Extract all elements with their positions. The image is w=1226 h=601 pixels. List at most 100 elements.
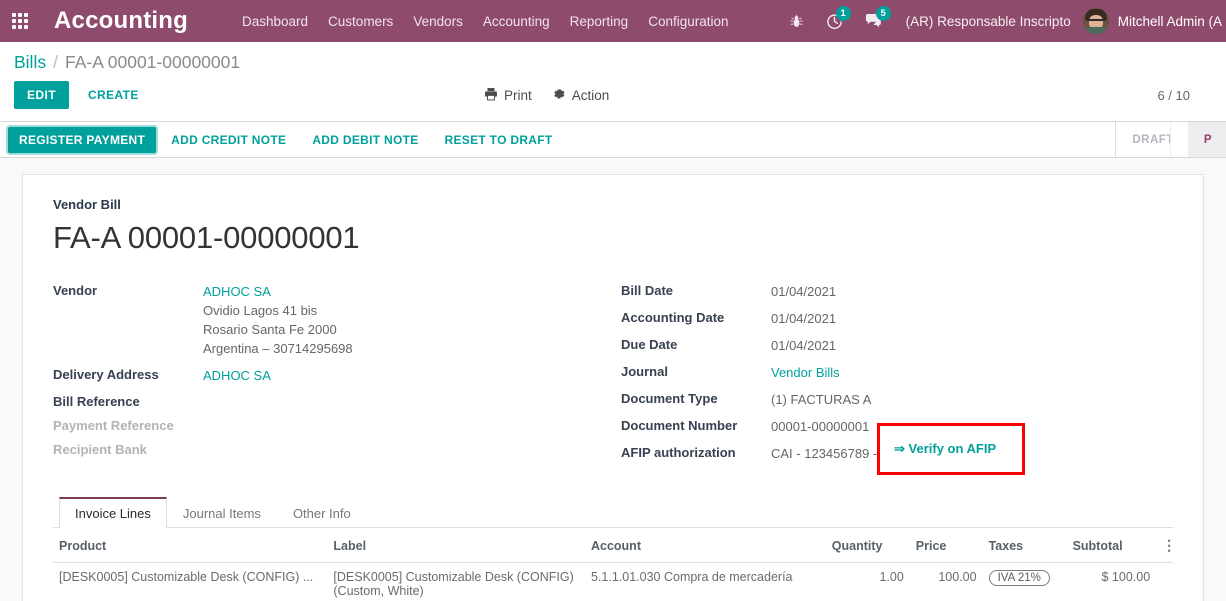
field-label-bill-date: Bill Date: [621, 283, 674, 298]
menu-item-vendors[interactable]: Vendors: [403, 2, 473, 41]
vendor-address-line-1: Ovidio Lagos 41 bis: [203, 303, 318, 318]
tab-invoice-lines[interactable]: Invoice Lines: [59, 497, 167, 528]
status-stage-posted[interactable]: P: [1169, 122, 1226, 157]
field-label-journal: Journal: [621, 364, 668, 379]
vendor-address-line-3: Argentina – 30714295698: [203, 341, 353, 356]
field-document-type: Document Type (1) FACTURAS A: [621, 390, 1173, 409]
user-menu[interactable]: Mitchell Admin (A: [1082, 8, 1226, 34]
field-value-journal[interactable]: Vendor Bills: [771, 363, 840, 382]
breadcrumb-separator: /: [53, 52, 58, 72]
action-dropdown[interactable]: Action: [552, 87, 610, 104]
menu-item-reporting[interactable]: Reporting: [560, 2, 639, 41]
field-vendor: Vendor ADHOC SA Ovidio Lagos 41 bis Rosa…: [53, 282, 613, 358]
field-value-vendor-group: ADHOC SA Ovidio Lagos 41 bis Rosario San…: [203, 282, 353, 358]
column-header-account[interactable]: Account: [584, 528, 826, 563]
column-header-taxes[interactable]: Taxes: [982, 528, 1067, 563]
form-column-left: Vendor ADHOC SA Ovidio Lagos 41 bis Rosa…: [53, 282, 613, 471]
menu-item-accounting[interactable]: Accounting: [473, 2, 560, 41]
field-label-document-number: Document Number: [621, 418, 738, 433]
field-label-due-date: Due Date: [621, 337, 678, 352]
cell-product-text: [DESK0005] Customizable Desk (CONFIG) ..…: [59, 570, 314, 584]
field-value-bill-date[interactable]: 01/04/2021: [771, 282, 836, 301]
column-header-product[interactable]: Product: [53, 528, 328, 563]
field-value-due-date[interactable]: 01/04/2021: [771, 336, 836, 355]
notebook-tabs: Invoice Lines Journal Items Other Info: [53, 497, 1173, 528]
menu-item-dashboard[interactable]: Dashboard: [232, 2, 318, 41]
field-value-vendor[interactable]: ADHOC SA: [203, 282, 353, 301]
control-panel: Bills / FA-A 00001-00000001 EDIT CREATE …: [0, 42, 1226, 122]
cell-account[interactable]: 5.1.1.01.030 Compra de mercadería: [584, 562, 826, 601]
verify-on-afip-link[interactable]: ⇒ Verify on AFIP: [894, 441, 996, 457]
printer-icon: [484, 87, 498, 104]
create-button[interactable]: CREATE: [75, 81, 152, 109]
form-column-right: Bill Date 01/04/2021 Accounting Date 01/…: [613, 282, 1173, 475]
add-debit-note-button[interactable]: ADD DEBIT NOTE: [301, 127, 429, 153]
optional-columns-toggle[interactable]: ⋮: [1156, 528, 1177, 563]
field-value-document-type[interactable]: (1) FACTURAS A: [771, 390, 871, 409]
status-stages: DRAFT P: [1115, 122, 1226, 157]
field-recipient-bank: Recipient Bank: [53, 441, 613, 457]
record-pager[interactable]: 6 / 10: [1157, 88, 1212, 103]
add-credit-note-button[interactable]: ADD CREDIT NOTE: [160, 127, 297, 153]
field-bill-reference: Bill Reference: [53, 393, 613, 409]
form-statusbar: REGISTER PAYMENT ADD CREDIT NOTE ADD DEB…: [0, 122, 1226, 158]
field-label-bill-reference: Bill Reference: [53, 394, 140, 409]
column-header-label[interactable]: Label: [327, 528, 585, 563]
apps-menu-button[interactable]: [0, 0, 40, 42]
cell-taxes[interactable]: IVA 21%: [982, 562, 1067, 601]
column-header-subtotal[interactable]: Subtotal: [1066, 528, 1157, 563]
edit-button[interactable]: EDIT: [14, 81, 69, 109]
field-label-recipient-bank: Recipient Bank: [53, 442, 147, 457]
breadcrumb-item-bills[interactable]: Bills: [14, 52, 46, 73]
document-subtitle: Vendor Bill: [53, 197, 121, 212]
systray: 1 5: [780, 0, 892, 42]
cell-price[interactable]: 100.00: [909, 562, 983, 601]
column-header-quantity[interactable]: Quantity: [825, 528, 910, 563]
menu-item-customers[interactable]: Customers: [318, 2, 403, 41]
cell-product[interactable]: [DESK0005] Customizable Desk (CONFIG) ..…: [53, 562, 328, 601]
cell-spacer: [1156, 562, 1173, 601]
cell-account-text: 5.1.1.01.030 Compra de mercadería: [590, 570, 793, 584]
menu-item-configuration[interactable]: Configuration: [638, 2, 738, 41]
app-brand-title[interactable]: Accounting: [40, 7, 196, 35]
column-header-price[interactable]: Price: [909, 528, 983, 563]
field-value-document-number[interactable]: 00001-00000001: [771, 417, 869, 436]
print-label: Print: [504, 87, 532, 103]
table-row[interactable]: [DESK0005] Customizable Desk (CONFIG) ..…: [53, 562, 1173, 601]
field-value-delivery-address[interactable]: ADHOC SA: [203, 366, 271, 385]
user-menu-label: Mitchell Admin (A: [1117, 13, 1222, 29]
messages-icon[interactable]: 5: [856, 0, 892, 42]
bug-icon[interactable]: [780, 0, 813, 42]
messages-count-badge: 5: [875, 6, 891, 21]
field-label-afip-authorization: AFIP authorization: [621, 445, 736, 460]
verify-on-afip-highlight: ⇒ Verify on AFIP: [877, 423, 1025, 475]
field-label-document-type: Document Type: [621, 391, 718, 406]
action-label: Action: [571, 87, 610, 103]
field-due-date: Due Date 01/04/2021: [621, 336, 1173, 355]
table-header-row: Product Label Account Quantity Price Tax…: [53, 528, 1177, 563]
control-panel-actions: EDIT CREATE Print Action 6 / 10: [14, 77, 1212, 121]
tab-other-info[interactable]: Other Info: [277, 497, 367, 528]
print-dropdown[interactable]: Print: [484, 87, 532, 104]
field-value-afip-authorization[interactable]: CAI - 123456789 -: [771, 444, 877, 463]
tab-journal-items[interactable]: Journal Items: [167, 497, 277, 528]
invoice-lines-table: Product Label Account Quantity Price Tax…: [53, 528, 1177, 601]
cell-quantity[interactable]: 1.00: [825, 562, 910, 601]
activity-clock-icon[interactable]: 1: [817, 0, 852, 42]
vendor-address-line-2: Rosario Santa Fe 2000: [203, 322, 337, 337]
activity-count-badge: 1: [835, 6, 851, 21]
control-panel-dropdowns: Print Action: [484, 87, 609, 104]
vertical-dots-icon: ⋮: [1162, 537, 1177, 553]
reset-to-draft-button[interactable]: RESET TO DRAFT: [434, 127, 564, 153]
notebook: Invoice Lines Journal Items Other Info P…: [53, 497, 1177, 601]
form-view-background: Vendor Bill FA-A 00001-00000001 Vendor A…: [0, 158, 1226, 601]
form-sheet: Vendor Bill FA-A 00001-00000001 Vendor A…: [22, 174, 1204, 601]
field-value-accounting-date[interactable]: 01/04/2021: [771, 309, 836, 328]
breadcrumb: Bills / FA-A 00001-00000001: [14, 42, 1212, 77]
register-payment-button[interactable]: REGISTER PAYMENT: [8, 126, 157, 153]
field-label-delivery-address: Delivery Address: [53, 367, 159, 382]
page-title: FA-A 00001-00000001: [53, 220, 360, 255]
company-switcher[interactable]: (AR) Responsable Inscripto: [892, 14, 1083, 29]
tax-badge: IVA 21%: [988, 570, 1050, 586]
cell-label[interactable]: [DESK0005] Customizable Desk (CONFIG) (C…: [327, 562, 585, 601]
